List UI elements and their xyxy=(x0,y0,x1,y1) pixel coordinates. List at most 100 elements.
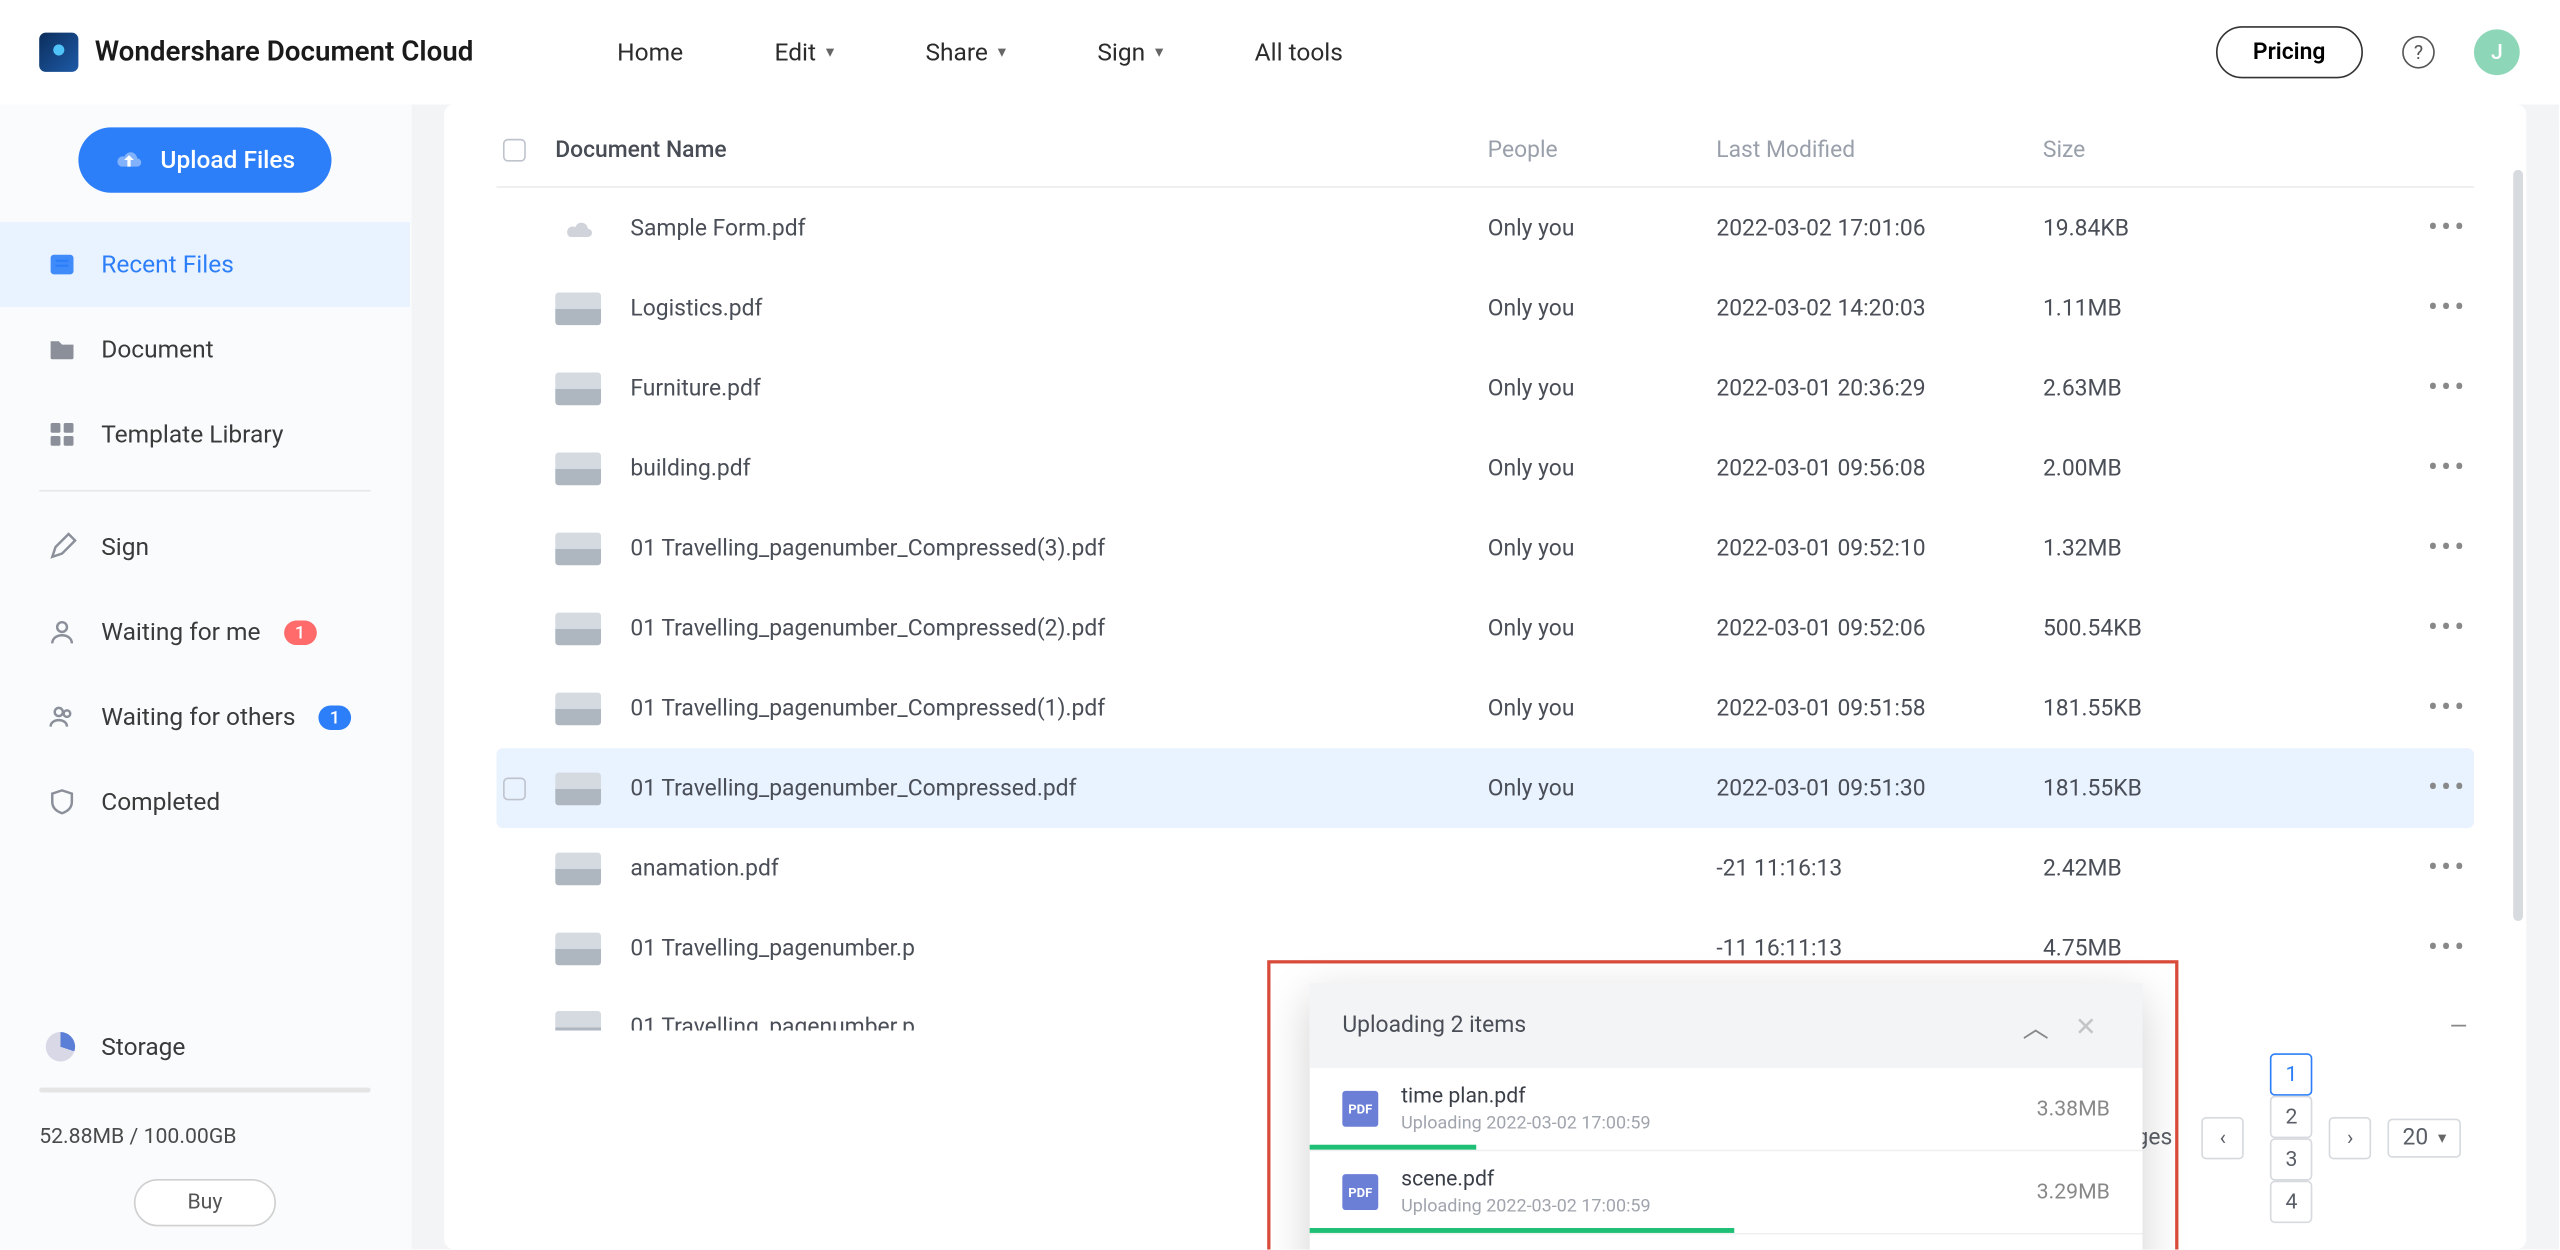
sidebar-item-label: Completed xyxy=(101,787,220,816)
chevron-up-icon[interactable]: ︿ xyxy=(2010,1006,2062,1045)
file-size: 181.55KB xyxy=(2043,695,2337,721)
file-name: building.pdf xyxy=(630,455,1487,481)
upload-file-name: time plan.pdf xyxy=(1401,1084,2017,1108)
select-all-checkbox[interactable] xyxy=(503,139,526,162)
file-size: 19.84KB xyxy=(2043,215,2337,241)
file-people: Only you xyxy=(1488,215,1717,241)
table-row[interactable]: building.pdf Only you 2022-03-01 09:56:0… xyxy=(496,428,2474,508)
file-modified: -21 11:16:13 xyxy=(1716,855,2043,881)
table-row[interactable]: 01 Travelling_pagenumber_Compressed(2).p… xyxy=(496,588,2474,668)
buy-button[interactable]: Buy xyxy=(134,1179,277,1226)
folder-icon xyxy=(46,333,79,366)
col-size[interactable]: Size xyxy=(2043,137,2337,163)
file-size: 2.42MB xyxy=(2043,855,2337,881)
table-row[interactable]: 01 Travelling_pagenumber_Compressed(3).p… xyxy=(496,508,2474,588)
sidebar-item-label: Sign xyxy=(101,532,149,561)
page-4[interactable]: 4 xyxy=(2270,1181,2312,1223)
nav-share[interactable]: Share▾ xyxy=(925,38,1005,67)
file-size: 1.32MB xyxy=(2043,535,2337,561)
page-1[interactable]: 1 xyxy=(2270,1053,2312,1095)
sidebar-item-storage[interactable]: Storage xyxy=(39,1012,370,1081)
col-people[interactable]: People xyxy=(1488,137,1717,163)
file-name: 01 Travelling_pagenumber_Compressed(2).p… xyxy=(630,615,1487,641)
sidebar-item-sign[interactable]: Sign xyxy=(0,505,410,590)
top-nav: Home Edit▾ Share▾ Sign▾ All tools xyxy=(617,38,1343,67)
avatar[interactable]: J xyxy=(2474,29,2520,75)
table-header: Document Name People Last Modified Size xyxy=(496,105,2474,188)
upload-files-button[interactable]: Upload Files xyxy=(79,127,331,192)
col-modified[interactable]: Last Modified xyxy=(1716,137,2043,163)
table-row[interactable]: 01 Travelling_pagenumber_Compressed.pdf … xyxy=(496,748,2474,828)
sidebar-item-waiting-for-me[interactable]: Waiting for me1 xyxy=(0,590,410,675)
table-row[interactable]: Furniture.pdf Only you 2022-03-01 20:36:… xyxy=(496,348,2474,428)
clock-icon xyxy=(46,248,79,281)
file-thumb-icon xyxy=(555,211,601,244)
file-modified: 2022-03-01 09:52:06 xyxy=(1716,615,2043,641)
upload-progress-bar xyxy=(1310,1145,1477,1150)
file-modified: 2022-03-02 17:01:06 xyxy=(1716,215,2043,241)
pdf-icon: PDF xyxy=(1342,1174,1378,1210)
nav-edit[interactable]: Edit▾ xyxy=(775,38,835,67)
more-icon[interactable]: ••• xyxy=(2428,291,2468,325)
file-people: Only you xyxy=(1488,455,1717,481)
brand[interactable]: Wondershare Document Cloud xyxy=(39,33,473,72)
row-checkbox[interactable] xyxy=(503,776,526,799)
table-row[interactable]: Sample Form.pdf Only you 2022-03-02 17:0… xyxy=(496,188,2474,268)
badge: 1 xyxy=(318,705,351,729)
upload-file-status: Uploading 2022-03-02 17:00:59 xyxy=(1401,1195,2017,1216)
more-icon[interactable]: ••• xyxy=(2428,531,2468,565)
chevron-down-icon: ▾ xyxy=(1155,43,1163,61)
page-next[interactable]: › xyxy=(2329,1117,2371,1159)
nav-alltools[interactable]: All tools xyxy=(1255,38,1343,67)
help-icon[interactable]: ? xyxy=(2402,36,2435,69)
page-size-select[interactable]: 20 ▾ xyxy=(2388,1119,2461,1158)
page-3[interactable]: 3 xyxy=(2270,1138,2312,1180)
sidebar-item-completed[interactable]: Completed xyxy=(0,759,410,844)
table-row[interactable]: 01 Travelling_pagenumber_Compressed(1).p… xyxy=(496,668,2474,748)
nav-sign[interactable]: Sign▾ xyxy=(1097,38,1163,67)
more-icon[interactable]: ••• xyxy=(2428,851,2468,885)
brand-icon xyxy=(39,33,78,72)
table-row[interactable]: anamation.pdf -21 11:16:13 2.42MB ••• xyxy=(496,828,2474,908)
more-icon[interactable]: ••• xyxy=(2428,371,2468,405)
file-people: Only you xyxy=(1488,295,1717,321)
app-header: Wondershare Document Cloud Home Edit▾ Sh… xyxy=(0,0,2559,105)
badge: 1 xyxy=(283,620,316,644)
file-size: 4.75MB xyxy=(2043,935,2337,961)
upload-item: PDF scene.pdf Uploading 2022-03-02 17:00… xyxy=(1310,1151,2143,1234)
page-prev[interactable]: ‹ xyxy=(2202,1117,2244,1159)
no-action: — xyxy=(2450,1014,2468,1030)
file-size: 181.55KB xyxy=(2043,775,2337,801)
sidebar-item-document[interactable]: Document xyxy=(0,307,410,392)
table-row[interactable]: 01 Travelling_pagenumber.p -11 16:11:13 … xyxy=(496,908,2474,988)
more-icon[interactable]: ••• xyxy=(2428,611,2468,645)
sidebar: Upload Files Recent Files Document Templat… xyxy=(0,0,412,1249)
more-icon[interactable]: ••• xyxy=(2428,211,2468,245)
sidebar-divider xyxy=(39,490,370,492)
file-thumb-icon xyxy=(555,532,601,565)
sidebar-item-recent-files[interactable]: Recent Files xyxy=(0,222,410,307)
pricing-button[interactable]: Pricing xyxy=(2215,26,2363,78)
sidebar-item-template-library[interactable]: Template Library xyxy=(0,392,410,477)
sidebar-item-label: Template Library xyxy=(101,420,283,449)
file-people: Only you xyxy=(1488,375,1717,401)
close-icon[interactable]: ✕ xyxy=(2062,1010,2110,1041)
sidebar-item-label: Document xyxy=(101,335,213,364)
more-icon[interactable]: ••• xyxy=(2428,771,2468,805)
upload-file-name: scene.pdf xyxy=(1401,1168,2017,1192)
file-thumb-icon xyxy=(555,692,601,725)
file-thumb-icon xyxy=(555,772,601,805)
more-icon[interactable]: ••• xyxy=(2428,691,2468,725)
more-icon[interactable]: ••• xyxy=(2428,451,2468,485)
col-name[interactable]: Document Name xyxy=(555,137,1487,163)
sidebar-item-waiting-for-others[interactable]: Waiting for others1 xyxy=(0,674,410,759)
file-name: anamation.pdf xyxy=(630,855,1487,881)
file-people: Only you xyxy=(1488,775,1717,801)
main-area: Document Name People Last Modified Size … xyxy=(412,0,2559,1249)
nav-home[interactable]: Home xyxy=(617,38,683,67)
more-icon[interactable]: ••• xyxy=(2428,931,2468,965)
file-thumb-icon xyxy=(555,612,601,645)
table-row[interactable]: Logistics.pdf Only you 2022-03-02 14:20:… xyxy=(496,268,2474,348)
page-2[interactable]: 2 xyxy=(2270,1096,2312,1138)
file-name: Logistics.pdf xyxy=(630,295,1487,321)
